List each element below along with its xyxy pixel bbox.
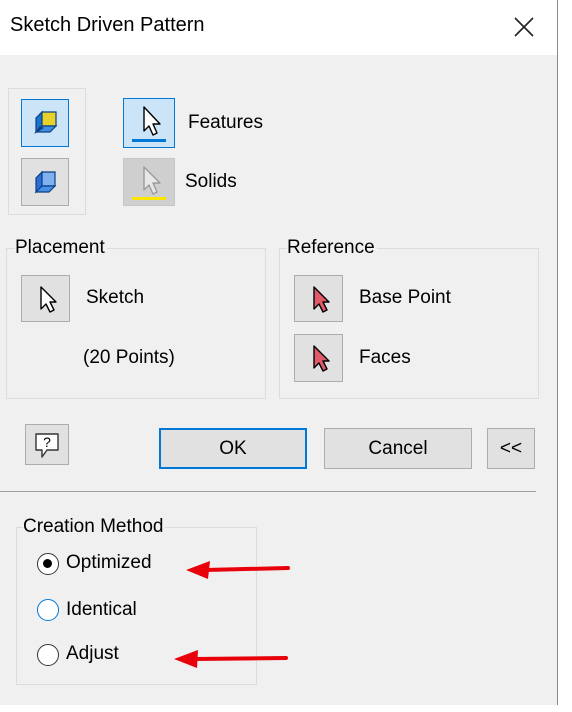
identical-radio[interactable] (37, 599, 59, 621)
faces-select-button[interactable] (294, 334, 343, 382)
base-point-label: Base Point (359, 287, 451, 308)
background-strip (558, 0, 572, 712)
features-label: Features (188, 112, 263, 133)
sketch-label: Sketch (86, 287, 145, 308)
placement-title: Placement (15, 237, 107, 259)
solids-select-button[interactable] (123, 158, 175, 206)
faces-label: Faces (359, 347, 411, 368)
less-options-button[interactable]: << (487, 428, 535, 469)
creation-method-title: Creation Method (23, 516, 166, 538)
title-bar: Sketch Driven Pattern (0, 0, 557, 55)
background-strip-bottom (0, 705, 572, 712)
adjust-label[interactable]: Adjust (66, 643, 119, 665)
ok-button[interactable]: OK (159, 428, 307, 469)
close-button[interactable] (505, 8, 543, 46)
solids-label: Solids (185, 171, 237, 192)
pattern-solids-icon (34, 170, 57, 194)
optimized-label[interactable]: Optimized (66, 552, 152, 574)
base-point-select-button[interactable] (294, 275, 343, 322)
window-title: Sketch Driven Pattern (10, 14, 205, 36)
svg-text:?: ? (43, 434, 51, 450)
annotation-arrow-optimized (186, 561, 290, 579)
select-cursor-icon (39, 285, 57, 313)
annotation-arrow-adjust (174, 650, 288, 668)
pattern-features-button[interactable] (21, 99, 69, 147)
adjust-radio[interactable] (37, 644, 59, 666)
select-cursor-icon (132, 106, 166, 142)
select-cursor-red-icon (312, 345, 330, 372)
cancel-button[interactable]: Cancel (324, 428, 472, 469)
sketch-select-button[interactable] (21, 275, 70, 322)
optimized-radio[interactable] (37, 553, 59, 575)
points-count: (20 Points) (83, 347, 175, 368)
radio-selected-dot (43, 559, 52, 568)
placement-group (6, 248, 266, 399)
reference-title: Reference (287, 237, 377, 259)
identical-label[interactable]: Identical (66, 599, 137, 621)
select-cursor-disabled-icon (132, 166, 166, 200)
pattern-features-icon (34, 110, 58, 134)
pattern-solids-button[interactable] (21, 158, 69, 206)
close-icon (514, 17, 534, 37)
features-select-button[interactable] (123, 98, 175, 148)
help-icon: ? (35, 432, 59, 458)
select-cursor-red-icon (312, 285, 330, 313)
help-button[interactable]: ? (25, 424, 69, 465)
separator (0, 491, 536, 492)
